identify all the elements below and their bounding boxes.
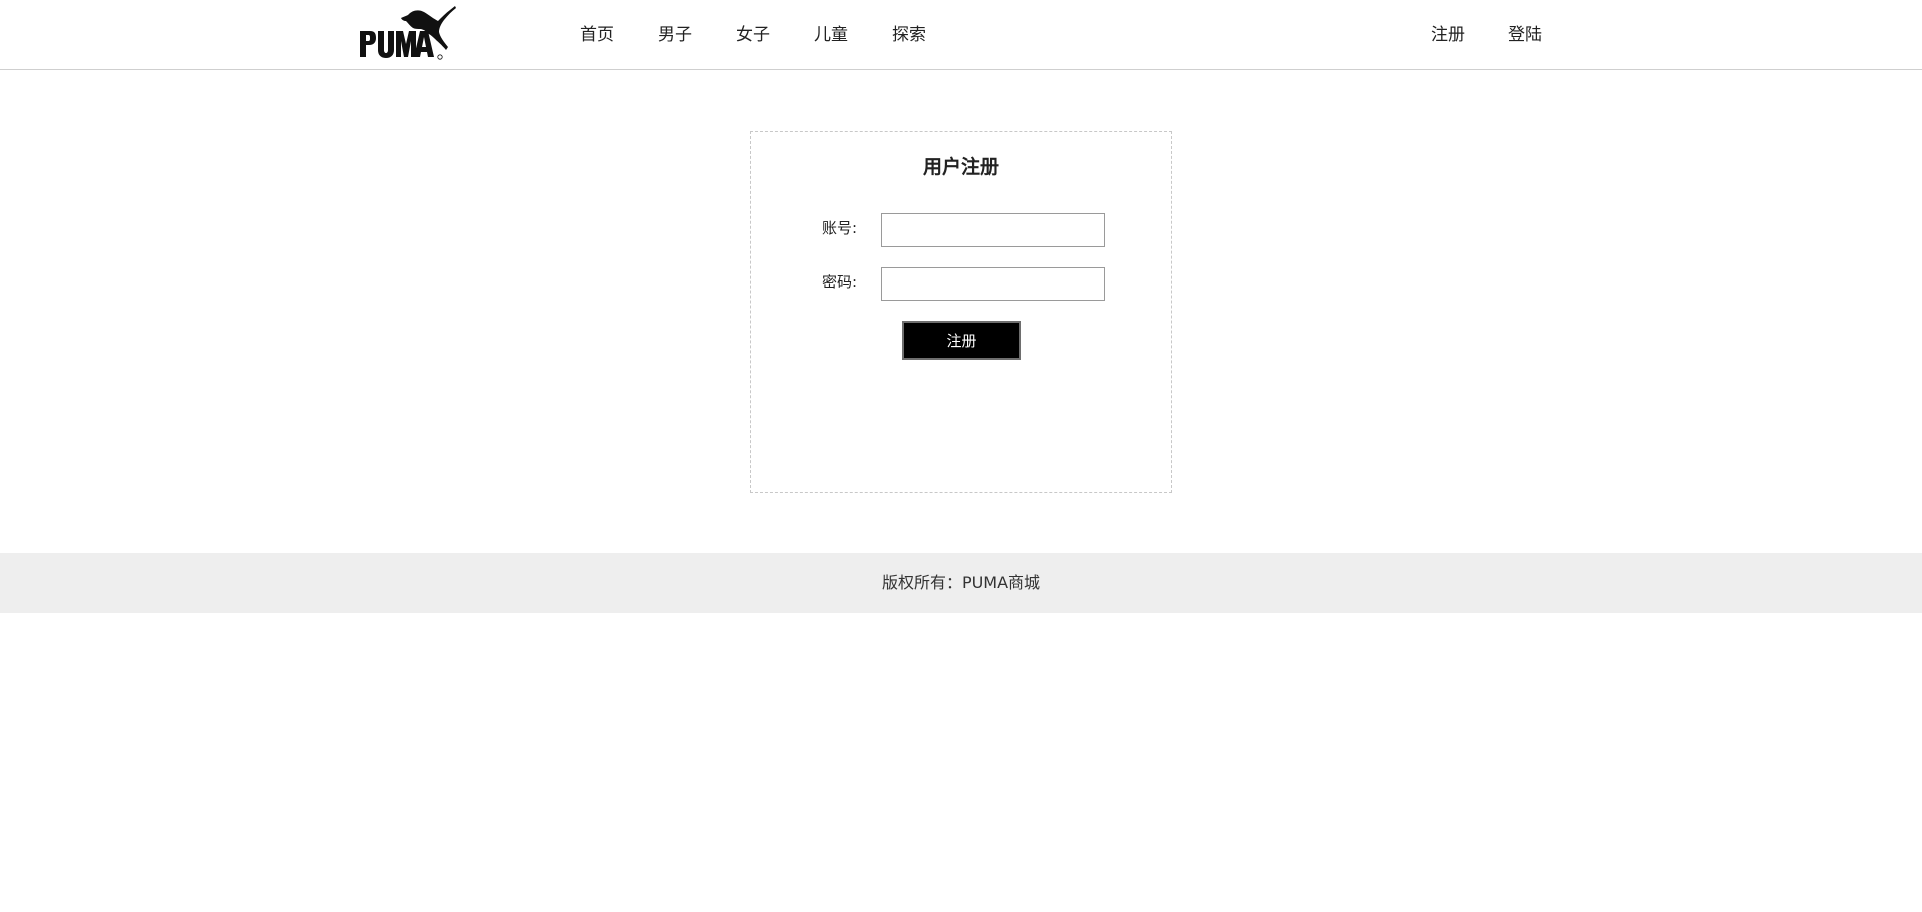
register-panel: 用户注册 账号: 密码: 注册 [750,131,1172,493]
account-label: 账号: [822,219,858,237]
account-row: 账号: [751,213,1171,247]
register-title: 用户注册 [922,156,999,178]
copyright-text: 版权所有：PUMA商城 [881,573,1041,592]
auth-nav: 注册 登陆 [1431,0,1542,70]
nav-item-explore[interactable]: 探索 [892,0,926,70]
nav-item-kids[interactable]: 儿童 [814,0,848,70]
password-row: 密码: [751,267,1171,301]
nav-item-home[interactable]: 首页 [580,0,614,70]
main-nav: 首页 男子 女子 儿童 探索 [580,0,970,70]
puma-logo-icon [360,6,456,60]
site-footer: 版权所有：PUMA商城 [0,553,1922,613]
site-header: 首页 男子 女子 儿童 探索 注册 登陆 [0,0,1922,70]
register-link[interactable]: 注册 [1431,0,1465,70]
login-link[interactable]: 登陆 [1508,0,1542,70]
register-submit-button[interactable]: 注册 [902,321,1021,360]
account-input[interactable] [881,213,1105,247]
nav-item-women[interactable]: 女子 [736,0,770,70]
password-label: 密码: [822,273,858,291]
puma-logo[interactable] [358,4,462,60]
password-input[interactable] [881,267,1105,301]
nav-item-men[interactable]: 男子 [658,0,692,70]
